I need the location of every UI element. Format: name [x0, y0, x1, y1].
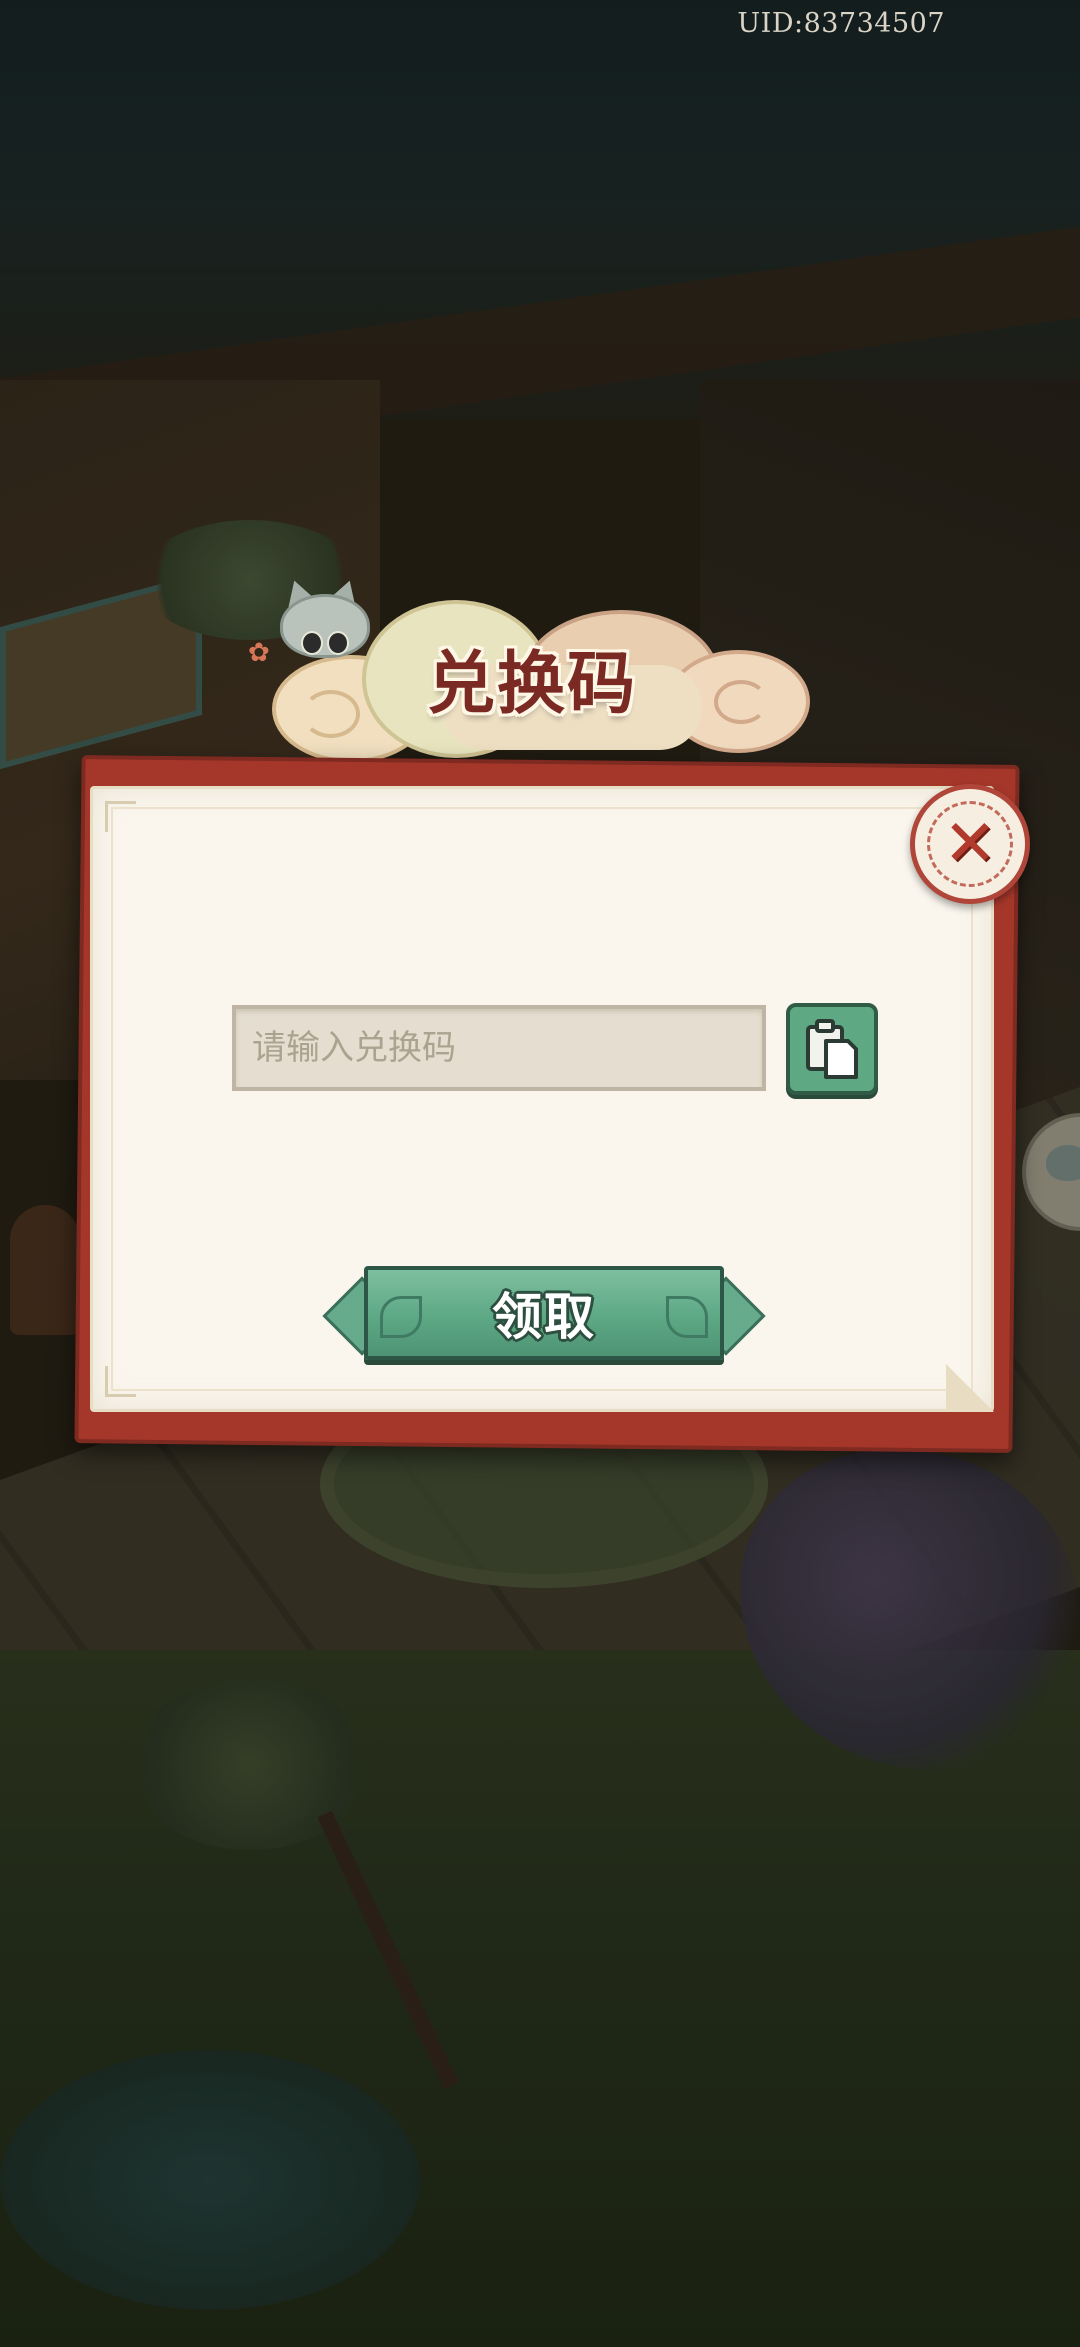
- claim-button-group: 领取: [322, 1266, 766, 1362]
- cloud-swirl-icon: [714, 680, 768, 724]
- paste-button[interactable]: [786, 1003, 878, 1095]
- title-banner: ✿ 兑换码: [248, 576, 810, 763]
- cat-eye: [327, 631, 349, 655]
- close-button[interactable]: ✕: [910, 784, 1030, 904]
- corner-ornament: [105, 801, 136, 832]
- cloud-pattern-icon: [666, 1296, 708, 1338]
- claim-button-label: 领取: [492, 1287, 596, 1346]
- dialog-title: 兑换码: [427, 644, 638, 724]
- redeem-code-input[interactable]: [232, 1005, 766, 1091]
- close-icon: ✕: [943, 807, 997, 881]
- claim-button[interactable]: 领取: [364, 1266, 724, 1360]
- game-scene: UID:83734507 ✿ 兑换码 ✕ 请输入兑换码 领取: [0, 0, 1080, 2347]
- flower-icon: ✿: [248, 638, 270, 668]
- cloud-swirl-icon: [302, 690, 360, 738]
- corner-ornament: [105, 1366, 136, 1397]
- page-curl: [946, 1364, 994, 1412]
- clipboard-paste-icon: [806, 1019, 858, 1079]
- cat-head: [280, 594, 370, 658]
- cloud-pattern-icon: [380, 1296, 422, 1338]
- cat-mascot-icon: ✿: [248, 576, 370, 668]
- cat-eye: [301, 631, 323, 655]
- uid-label: UID:83734507: [737, 8, 945, 39]
